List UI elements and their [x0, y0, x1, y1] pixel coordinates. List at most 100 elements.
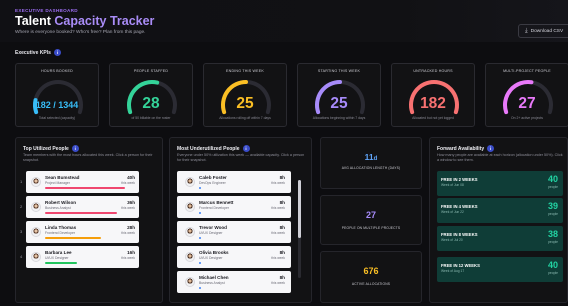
avatar — [185, 202, 195, 212]
kpi-card[interactable]: STARTING THIS WEEK 25 Allocations beginnin… — [297, 63, 381, 127]
availability-window[interactable]: FREE IN 4 WEEKS Week of Jun 22 39 people — [437, 198, 563, 223]
hours-unit: this week — [121, 206, 135, 210]
availability-window[interactable]: FREE IN 8 WEEKS Week of Jul 20 38 people — [437, 226, 563, 251]
forward-availability-desc: How many people are available at each ho… — [437, 153, 563, 162]
hours-unit: this week — [121, 231, 135, 235]
person-name: Michael Chen — [199, 275, 229, 280]
person-hours: 8h — [279, 200, 285, 205]
stat-card: 27 PEOPLE ON MULTIPLE PROJECTS — [320, 195, 422, 245]
person-hours: 36h — [127, 200, 135, 205]
kpi-card[interactable]: PEOPLE STAFFED 28 of 50 billable on the ro… — [109, 63, 193, 127]
stat-value: 27 — [321, 210, 421, 220]
underutilized-person[interactable]: Michael Chen Business Analyst 8h this week — [177, 271, 291, 293]
stat-number: 11 — [364, 152, 374, 162]
window-week: Week of Jun 22 — [441, 210, 464, 214]
kpi-card[interactable]: MULTI-PROJECT PEOPLE 27 On 2+ active proje… — [485, 63, 568, 127]
kpi-value: 27 — [518, 95, 536, 112]
page-title: Talent Capacity Tracker — [15, 14, 154, 28]
info-icon[interactable]: i — [71, 145, 79, 152]
hours-unit: this week — [121, 181, 135, 185]
top-utilized-person[interactable]: 4 Barbara Lee UI/UX Designer 16h this week — [20, 246, 139, 268]
person-role: Business Analyst — [45, 206, 71, 210]
stat-number: 676 — [363, 266, 379, 276]
top-utilized-title: Top Utilized People i — [23, 145, 79, 152]
forward-availability-panel: Forward Availability i How many people a… — [429, 137, 568, 303]
kpi-title: PEOPLE STAFFED — [133, 69, 169, 73]
stat-label: PEOPLE ON MULTIPLE PROJECTS — [341, 226, 401, 230]
avatar — [31, 227, 41, 237]
rank-number: 1 — [20, 179, 23, 184]
window-week: Week of Jun 08 — [441, 183, 464, 187]
kpi-value: 28 — [142, 95, 160, 112]
count-unit: people — [548, 212, 558, 216]
window-week: Week of Jul 20 — [441, 238, 463, 242]
kpis-section-label: Executive KPIs i — [15, 49, 61, 56]
kpi-subtitle: Total selected (capacity) — [38, 116, 76, 120]
info-icon[interactable]: i — [53, 49, 61, 56]
info-icon[interactable]: i — [242, 145, 250, 152]
available-count: 40 — [547, 260, 558, 270]
download-icon: ⤓ — [525, 27, 528, 34]
availability-window[interactable]: FREE IN 2 WEEKS Week of Jun 08 40 people — [437, 171, 563, 196]
stat-label: ACTIVE ALLOCATIONS — [351, 282, 391, 286]
download-csv-button[interactable]: ⤓ Download CSV — [518, 24, 568, 38]
window-title: FREE IN 8 WEEKS — [441, 232, 478, 237]
availability-dot — [199, 262, 201, 264]
page-subtitle: Where is everyone booked? Who's free? Pl… — [15, 29, 146, 35]
top-utilized-panel: Top Utilized People i Team members with … — [15, 137, 163, 303]
kpi-value: 182 / 1344 — [35, 100, 79, 110]
eyebrow-label: EXECUTIVE DASHBOARD — [15, 8, 78, 13]
person-role: UI/UX Designer — [45, 256, 69, 260]
available-count: 39 — [547, 201, 558, 211]
availability-dot — [199, 212, 201, 214]
avatar — [185, 227, 195, 237]
kpi-card[interactable]: ENDING THIS WEEK 25 Allocations rolling of… — [203, 63, 287, 127]
available-count: 38 — [547, 229, 558, 239]
top-utilized-person[interactable]: 2 Robert Wilson Business Analyst 36h this we… — [20, 196, 139, 218]
availability-window[interactable]: FREE IN 12 WEEKS Week of Aug 17 40 people — [437, 257, 563, 282]
person-hours: 16h — [127, 250, 135, 255]
availability-dot — [199, 187, 201, 189]
avatar — [185, 277, 195, 287]
hours-unit: this week — [271, 206, 285, 210]
kpi-value: 25 — [330, 95, 348, 112]
kpi-title: HOURS BOOKED — [41, 69, 73, 73]
kpi-card[interactable]: UNTRACKED HOURS 182 Allocated but not yet … — [391, 63, 475, 127]
underutilized-title-text: Most Underutilized People — [177, 145, 240, 152]
person-role: UI/UX Designer — [199, 231, 223, 235]
utilization-bar — [45, 187, 125, 189]
kpi-value: 182 — [420, 95, 446, 112]
underutilized-person[interactable]: Marcus Bennett Frontend Developer 8h this w… — [177, 196, 291, 218]
availability-dot — [199, 287, 201, 289]
person-name: Sean Bumstead — [45, 175, 80, 180]
person-name: Robert Wilson — [45, 200, 77, 205]
top-utilized-title-text: Top Utilized People — [23, 145, 69, 152]
kpi-title: STARTING THIS WEEK — [317, 69, 361, 73]
info-icon[interactable]: i — [487, 145, 495, 152]
scrollbar-thumb[interactable] — [298, 180, 301, 238]
avatar — [185, 177, 195, 187]
top-utilized-person[interactable]: 1 Sean Bumstead Project Manager 40h this wee… — [20, 171, 139, 193]
kpis-label-text: Executive KPIs — [15, 49, 51, 56]
window-title: FREE IN 2 WEEKS — [441, 177, 478, 182]
window-title: FREE IN 4 WEEKS — [441, 204, 478, 209]
page-header: EXECUTIVE DASHBOARD Talent Capacity Trac… — [0, 0, 568, 42]
avatar — [31, 252, 41, 262]
underutilized-person[interactable]: Trevor Wood UI/UX Designer 8h this week — [177, 221, 291, 243]
underutilized-person[interactable]: Caleb Foster DevOps Engineer 8h this week — [177, 171, 291, 193]
underutilized-desc: Everyone under 50% utilization this week… — [177, 153, 305, 162]
top-utilized-person[interactable]: 3 Linda Thomas Frontend Developer 28h this w… — [20, 221, 139, 243]
rank-number: 3 — [20, 229, 23, 234]
window-week: Week of Aug 17 — [441, 269, 465, 273]
person-name: Olivia Brooks — [199, 250, 229, 255]
utilization-bar — [45, 212, 117, 214]
kpi-card[interactable]: HOURS BOOKED 182 / 1344 Total selected (ca… — [15, 63, 99, 127]
page-title-accent: Capacity Tracker — [54, 14, 155, 28]
hours-unit: this week — [271, 231, 285, 235]
count-unit: people — [548, 271, 558, 275]
person-role: Project Manager — [45, 181, 70, 185]
top-utilized-desc: Team members with the most hours allocat… — [23, 153, 153, 162]
underutilized-scrollbar[interactable] — [298, 180, 301, 278]
window-title: FREE IN 12 WEEKS — [441, 263, 480, 268]
underutilized-person[interactable]: Olivia Brooks UI/UX Designer 8h this week — [177, 246, 291, 268]
